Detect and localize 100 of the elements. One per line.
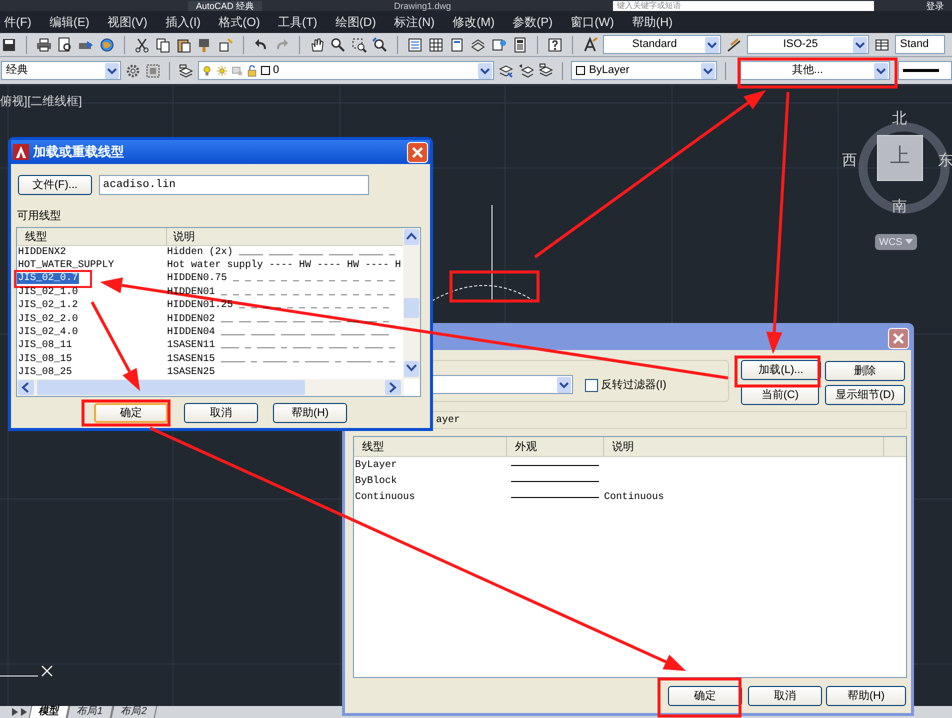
menu-item[interactable]: 标注(N) bbox=[384, 13, 444, 31]
properties-icon[interactable] bbox=[407, 36, 423, 52]
viewcube-face-background[interactable] bbox=[877, 135, 923, 181]
linetype-dropdown[interactable]: 其他... bbox=[740, 61, 890, 80]
close-icon[interactable] bbox=[407, 142, 428, 162]
menu-item[interactable]: 工具(T) bbox=[268, 13, 326, 31]
sheet-set-icon[interactable] bbox=[470, 36, 486, 52]
column-header[interactable]: 线型 bbox=[17, 228, 167, 245]
list-item[interactable]: JIS_02_1.0 bbox=[17, 286, 80, 298]
table-cell: 1SASEN11 ___ _ ___ _ ___ _ ___ _ ___ _ bbox=[167, 340, 396, 352]
globe-icon[interactable] bbox=[99, 36, 115, 52]
zoom-window-icon[interactable] bbox=[351, 36, 367, 52]
menu-item[interactable]: 插入(I) bbox=[156, 13, 210, 31]
viewcube-face-label[interactable]: 上 bbox=[890, 144, 910, 168]
sign-in-link[interactable]: 登录 bbox=[926, 1, 944, 11]
dialog-button[interactable]: 帮助(H) bbox=[826, 686, 906, 706]
zoom-previous-icon[interactable] bbox=[372, 36, 388, 52]
viewport-freeze-icon[interactable] bbox=[231, 64, 243, 76]
list-item[interactable]: JIS_02_4.0 bbox=[17, 327, 80, 338]
file-name-field[interactable]: acadiso.lin bbox=[99, 175, 369, 195]
layer-state-icon[interactable] bbox=[538, 62, 554, 78]
dimension-style-icon[interactable] bbox=[726, 36, 742, 52]
compass-south-label[interactable]: 南 bbox=[892, 196, 907, 218]
viewport-label[interactable]: 俯视][二维线框] bbox=[0, 92, 82, 110]
column-header[interactable]: 线型 bbox=[354, 437, 507, 456]
layout-tab[interactable]: 模型 bbox=[28, 706, 70, 718]
sun-icon[interactable] bbox=[216, 64, 228, 76]
menu-item[interactable]: 编辑(E) bbox=[40, 13, 98, 31]
close-icon[interactable] bbox=[888, 328, 909, 348]
text-style-icon[interactable] bbox=[582, 36, 598, 52]
workspace-selector[interactable]: AutoCAD 经典 bbox=[188, 1, 262, 11]
dialog-button[interactable]: 帮助(H) bbox=[273, 403, 347, 423]
dialog-button[interactable]: 取消 bbox=[184, 403, 258, 423]
color-swatch bbox=[576, 66, 585, 75]
menu-item[interactable]: 视图(V) bbox=[98, 13, 156, 31]
zoom-realtime-icon[interactable] bbox=[330, 36, 346, 52]
table-cell: HIDDEN04 ____ ____ ____ ____ ____ ___ bbox=[167, 327, 390, 340]
menu-item[interactable]: 绘图(D) bbox=[326, 13, 385, 31]
table-cell: 1SASEN25 bbox=[167, 367, 216, 380]
markup-icon[interactable] bbox=[491, 36, 507, 52]
table-style-icon[interactable] bbox=[874, 36, 890, 52]
dialog-button[interactable]: 确定 bbox=[668, 686, 742, 706]
layer-previous-icon[interactable] bbox=[518, 62, 534, 78]
list-item[interactable]: HOT_WATER_SUPPLY bbox=[17, 260, 116, 272]
list-item[interactable]: JIS_02_1.2 bbox=[17, 300, 80, 312]
color-dropdown[interactable]: ByLayer bbox=[571, 61, 717, 80]
dimension-style-dropdown[interactable]: ISO-25 bbox=[747, 35, 869, 54]
column-header[interactable]: 说明 bbox=[604, 437, 884, 456]
dialog-button[interactable]: 确定 bbox=[94, 403, 168, 423]
padlock-icon[interactable] bbox=[246, 64, 258, 76]
search-field[interactable]: 键入关键字或短语 bbox=[613, 1, 874, 11]
calculator-icon[interactable] bbox=[512, 36, 528, 52]
checkbox[interactable] bbox=[585, 378, 598, 392]
menu-item[interactable]: 格式(O) bbox=[210, 13, 269, 31]
menu-item[interactable]: 参数(P) bbox=[504, 13, 562, 31]
gear-icon[interactable] bbox=[125, 62, 141, 78]
column-header[interactable]: 说明 bbox=[167, 228, 195, 245]
block-icon[interactable] bbox=[218, 36, 234, 52]
paste-icon[interactable] bbox=[176, 36, 192, 52]
dialog-button[interactable]: 删除 bbox=[825, 361, 905, 381]
layout-tab[interactable]: 布局2 bbox=[110, 706, 156, 718]
dialog-button[interactable]: 加载(L)... bbox=[741, 360, 821, 380]
text-style-dropdown[interactable]: Standard bbox=[603, 35, 721, 54]
menu-item[interactable]: 修改(M) bbox=[444, 13, 504, 31]
dialog-button[interactable]: 文件(F)... bbox=[18, 175, 92, 195]
palette-icon[interactable] bbox=[449, 36, 465, 52]
copy-icon[interactable] bbox=[155, 36, 171, 52]
menu-item[interactable]: 窗口(W) bbox=[562, 13, 623, 31]
lineweight-dropdown[interactable] bbox=[898, 61, 952, 80]
design-center-icon[interactable] bbox=[428, 36, 444, 52]
column-header[interactable]: 外观 bbox=[507, 437, 604, 456]
help-icon[interactable] bbox=[547, 36, 563, 52]
workspace-settings-icon[interactable] bbox=[145, 62, 161, 78]
menu-item[interactable]: 件(F) bbox=[0, 13, 40, 31]
list-item[interactable]: JIS_02_0.7 bbox=[17, 273, 80, 284]
printer-icon[interactable] bbox=[36, 36, 52, 52]
layer-properties-icon[interactable] bbox=[178, 62, 194, 78]
list-item[interactable]: HIDDENX2 bbox=[17, 246, 68, 258]
hand-icon[interactable] bbox=[309, 36, 325, 52]
list-item[interactable]: JIS_02_2.0 bbox=[17, 314, 80, 325]
layer-dropdown[interactable]: 0 bbox=[198, 61, 494, 80]
layer-match-icon[interactable] bbox=[498, 62, 514, 78]
compass-west-label[interactable]: 西 bbox=[842, 150, 857, 172]
preview-icon[interactable] bbox=[57, 36, 73, 52]
dialog-button[interactable]: 取消 bbox=[748, 686, 822, 706]
horizontal-scrollbar[interactable] bbox=[17, 379, 404, 396]
list-item[interactable]: JIS_08_15 bbox=[17, 354, 74, 365]
table-cell: HIDDEN02 __ __ __ __ __ __ __ __ __ _ bbox=[167, 314, 390, 326]
compass-north-label[interactable]: 北 bbox=[892, 108, 907, 130]
list-item[interactable]: JIS_08_25 bbox=[17, 367, 74, 378]
dialog-button[interactable]: 显示细节(D) bbox=[825, 385, 905, 405]
layout-tab[interactable]: 布局1 bbox=[66, 706, 113, 718]
workspace-dropdown[interactable]: 经典 bbox=[1, 61, 121, 80]
cut-icon[interactable] bbox=[134, 36, 150, 52]
menu-item[interactable]: 帮助(H) bbox=[622, 13, 682, 31]
lightbulb-icon[interactable] bbox=[201, 64, 213, 76]
vertical-scrollbar[interactable] bbox=[403, 228, 420, 379]
list-item[interactable]: JIS_08_11 bbox=[17, 340, 74, 352]
table-style-dropdown[interactable]: Stand bbox=[895, 35, 945, 54]
save-icon[interactable] bbox=[1, 36, 17, 52]
